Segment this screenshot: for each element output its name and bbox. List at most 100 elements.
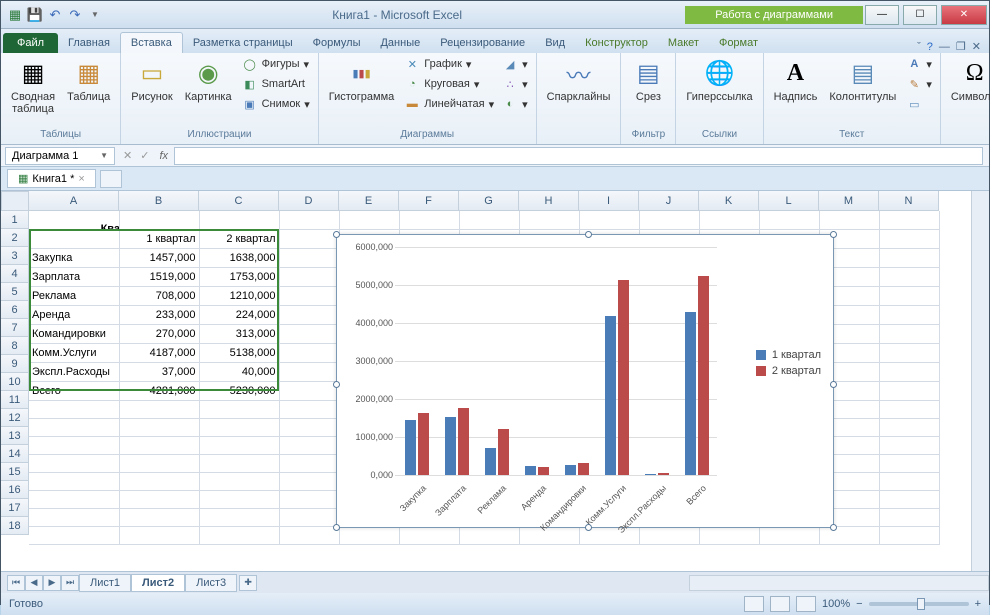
cell[interactable] [339, 211, 399, 229]
tab-review[interactable]: Рецензирование [430, 33, 535, 53]
cell[interactable] [879, 286, 939, 305]
cell[interactable] [699, 526, 759, 544]
chart-plot-area[interactable]: 0,0001000,0002000,0003000,0004000,000500… [377, 247, 717, 475]
screenshot-button[interactable]: ▣Снимок ▾ [240, 95, 312, 113]
scatter-chart-button[interactable]: ∴▾ [500, 75, 530, 93]
row-header[interactable]: 10 [1, 373, 29, 391]
tab-home[interactable]: Главная [58, 33, 120, 53]
cell[interactable] [399, 211, 459, 229]
cell[interactable] [29, 508, 119, 526]
cell[interactable] [279, 381, 339, 400]
cell[interactable] [339, 526, 399, 544]
row-header[interactable]: 17 [1, 499, 29, 517]
column-header[interactable]: E [339, 191, 399, 211]
sheet-nav-first[interactable]: ⏮ [7, 575, 25, 591]
cell[interactable]: 5230,000 [199, 381, 279, 400]
cell[interactable] [119, 418, 199, 436]
column-header[interactable]: I [579, 191, 639, 211]
cell[interactable]: 224,000 [199, 305, 279, 324]
picture-button[interactable]: ▭Рисунок [127, 55, 177, 105]
cell[interactable] [119, 436, 199, 454]
tab-chart-design[interactable]: Конструктор [575, 33, 658, 53]
cell[interactable] [819, 526, 879, 544]
cell[interactable] [279, 286, 339, 305]
undo-icon[interactable]: ↶ [47, 7, 63, 23]
close-button[interactable]: ✕ [941, 5, 987, 25]
sheet-nav-last[interactable]: ⏭ [61, 575, 79, 591]
cell[interactable]: Комм.Услуги [29, 343, 119, 362]
cell-grid[interactable]: Квартальный отчёт1 квартал2 кварталЗакуп… [29, 211, 940, 545]
chart-object[interactable]: 0,0001000,0002000,0003000,0004000,000500… [336, 234, 834, 528]
sheet-nav-next[interactable]: ▶ [43, 575, 61, 591]
cell[interactable] [199, 436, 279, 454]
bar-chart-button[interactable]: ▬Линейчатая ▾ [402, 95, 496, 113]
sheet-tab-2[interactable]: Лист2 [131, 574, 185, 592]
row-header[interactable]: 4 [1, 265, 29, 283]
minimize-button[interactable]: — [865, 5, 899, 25]
cell[interactable]: Всего [29, 381, 119, 400]
row-header[interactable]: 2 [1, 229, 29, 247]
cell[interactable] [29, 418, 119, 436]
sparklines-button[interactable]: 〰Спарклайны [543, 55, 615, 105]
cell[interactable] [279, 211, 339, 229]
cell[interactable] [879, 343, 939, 362]
cell[interactable]: 4187,000 [119, 343, 199, 362]
cell[interactable] [879, 508, 939, 526]
maximize-button[interactable]: ☐ [903, 5, 937, 25]
shapes-button[interactable]: ◯Фигуры ▾ [240, 55, 312, 73]
cell[interactable]: Закупка [29, 248, 119, 267]
cell[interactable] [759, 211, 819, 229]
cell[interactable] [279, 436, 339, 454]
header-footer-button[interactable]: ▤Колонтитулы [825, 55, 900, 105]
sheet-tab-3[interactable]: Лист3 [185, 574, 237, 592]
new-sheet-button[interactable]: ✚ [239, 575, 257, 591]
row-header[interactable]: 16 [1, 481, 29, 499]
row-header[interactable]: 3 [1, 247, 29, 265]
cancel-icon[interactable]: ✕ [119, 149, 136, 162]
cell[interactable] [279, 418, 339, 436]
row-header[interactable]: 8 [1, 337, 29, 355]
cell[interactable] [279, 400, 339, 418]
row-header[interactable]: 5 [1, 283, 29, 301]
cell[interactable] [279, 362, 339, 381]
cell[interactable] [879, 211, 939, 229]
view-break-button[interactable] [796, 596, 816, 612]
row-header[interactable]: 14 [1, 445, 29, 463]
cell[interactable]: 37,000 [119, 362, 199, 381]
smartart-button[interactable]: ◧SmartArt [240, 75, 312, 93]
signature-button[interactable]: ✎▾ [904, 75, 934, 93]
tab-formulas[interactable]: Формулы [303, 33, 371, 53]
help-icon[interactable]: ? [927, 41, 933, 53]
cell[interactable] [879, 381, 939, 400]
horizontal-scrollbar[interactable] [689, 575, 989, 591]
column-header[interactable]: L [759, 191, 819, 211]
cell[interactable] [279, 267, 339, 286]
column-header[interactable]: F [399, 191, 459, 211]
zoom-in-button[interactable]: + [975, 598, 981, 610]
redo-icon[interactable]: ↷ [67, 7, 83, 23]
cell[interactable]: 1753,000 [199, 267, 279, 286]
row-header[interactable]: 9 [1, 355, 29, 373]
cell[interactable] [29, 526, 119, 544]
cell[interactable] [879, 362, 939, 381]
object-button[interactable]: ▭ [904, 95, 934, 113]
cell[interactable] [279, 526, 339, 544]
cell[interactable] [879, 248, 939, 267]
cell[interactable] [279, 472, 339, 490]
sheet-tab-1[interactable]: Лист1 [79, 574, 131, 592]
tab-data[interactable]: Данные [370, 33, 430, 53]
sheet-nav-prev[interactable]: ◀ [25, 575, 43, 591]
cell[interactable] [879, 418, 939, 436]
cell[interactable] [199, 211, 279, 229]
doc-minimize-icon[interactable]: — [939, 41, 950, 53]
cell[interactable] [879, 400, 939, 418]
pivottable-button[interactable]: ▦Сводная таблица [7, 55, 59, 117]
row-header[interactable]: 15 [1, 463, 29, 481]
cell[interactable]: 233,000 [119, 305, 199, 324]
cell[interactable]: Квартальный отчёт [29, 211, 119, 229]
new-doctab-button[interactable] [100, 170, 122, 188]
symbol-button[interactable]: ΩСимволы [947, 55, 990, 105]
cell[interactable]: 1519,000 [119, 267, 199, 286]
cell[interactable] [29, 436, 119, 454]
select-all-corner[interactable] [1, 191, 29, 211]
